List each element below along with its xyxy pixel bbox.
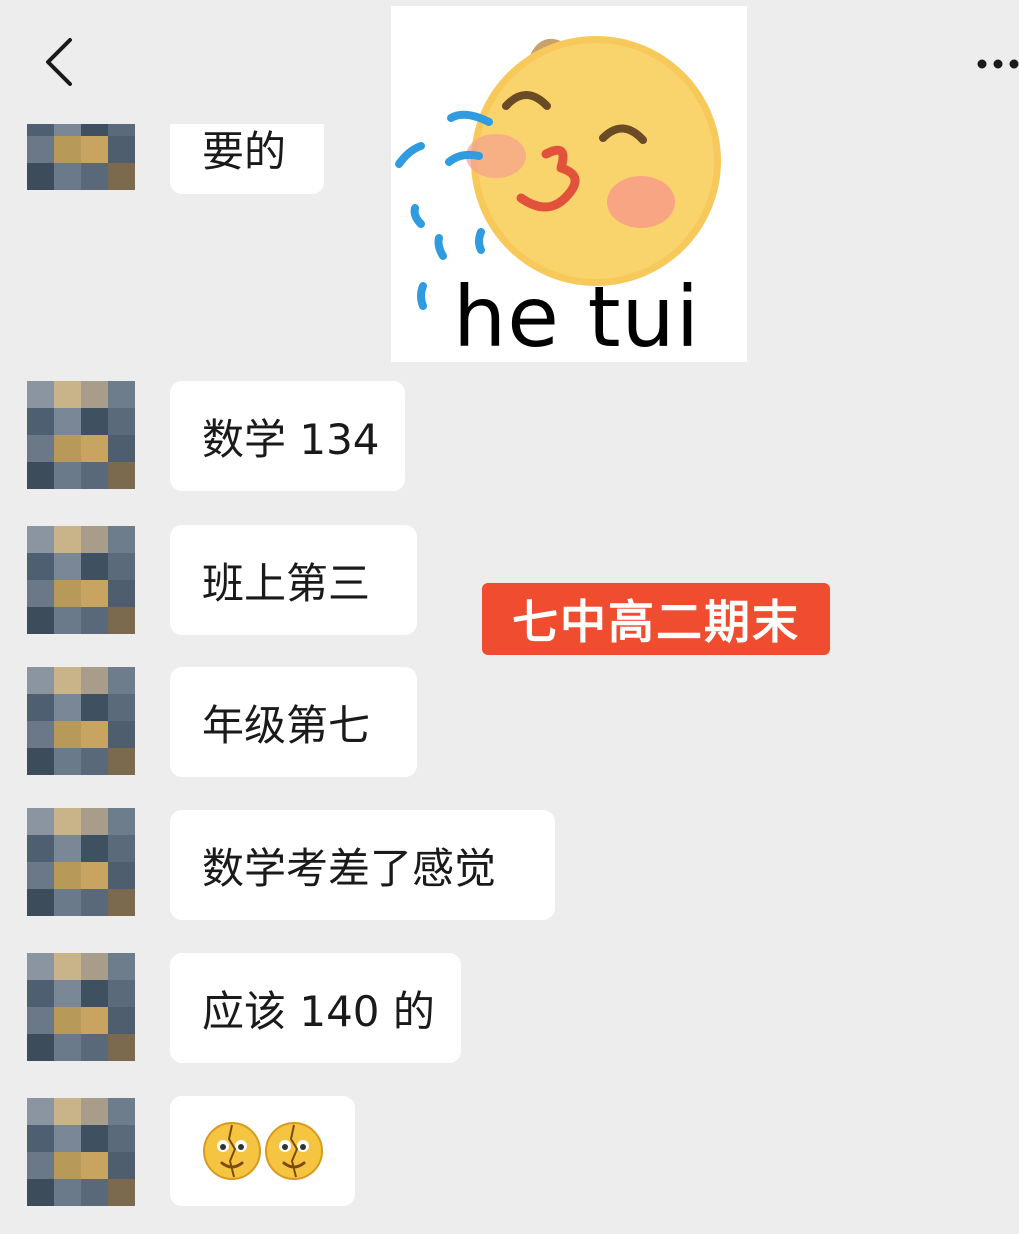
message-text: 要的 <box>202 127 287 176</box>
overlay-label: 七中高二期末 <box>482 583 830 655</box>
sticker-message[interactable]: he tui <box>391 6 747 362</box>
avatar[interactable] <box>27 953 135 1061</box>
avatar[interactable] <box>27 381 135 489</box>
sticker-caption: he tui <box>453 268 701 362</box>
back-button[interactable] <box>30 30 86 94</box>
avatar[interactable] <box>27 1098 135 1206</box>
more-button[interactable] <box>970 44 1019 84</box>
message-text: 数学考差了感觉 <box>202 843 497 893</box>
cracked-smile-emoji-icon <box>203 1122 261 1180</box>
message-text: 应该 140 的 <box>202 986 435 1036</box>
avatar[interactable] <box>27 526 135 634</box>
message-bubble[interactable]: 数学 134 <box>170 381 405 491</box>
cracked-smile-emoji-icon <box>265 1122 323 1180</box>
message-bubble[interactable]: 应该 140 的 <box>170 953 461 1063</box>
message-text: 数学 134 <box>202 414 380 464</box>
avatar[interactable] <box>27 808 135 916</box>
chevron-left-icon <box>46 38 72 86</box>
message-bubble[interactable]: 数学考差了感觉 <box>170 810 555 920</box>
message-bubble[interactable]: 年级第七 <box>170 667 417 777</box>
message-bubble[interactable] <box>170 1096 355 1206</box>
emoji-group <box>202 1121 324 1181</box>
avatar[interactable] <box>27 667 135 775</box>
message-text: 年级第七 <box>202 700 371 750</box>
ellipsis-icon <box>977 59 1019 69</box>
message-text: 班上第三 <box>202 558 371 608</box>
message-bubble[interactable]: 班上第三 <box>170 525 417 635</box>
